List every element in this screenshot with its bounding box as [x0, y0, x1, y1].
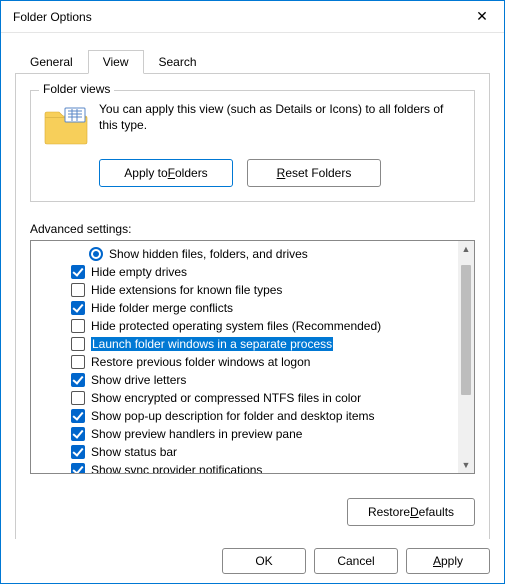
- list-item-label: Launch folder windows in a separate proc…: [91, 337, 333, 351]
- reset-folders-button[interactable]: Reset Folders: [247, 159, 381, 187]
- checkbox-icon[interactable]: [71, 355, 85, 369]
- checkbox-icon[interactable]: [71, 373, 85, 387]
- tab-search-label: Search: [159, 55, 197, 69]
- apply-button[interactable]: Apply: [406, 548, 490, 574]
- close-button[interactable]: ✕: [460, 1, 504, 32]
- list-item-label: Show hidden files, folders, and drives: [109, 247, 308, 261]
- dialog-button-bar: OK Cancel Apply: [1, 539, 504, 583]
- list-item[interactable]: Hide protected operating system files (R…: [31, 317, 458, 335]
- list-item[interactable]: Hide empty drives: [31, 263, 458, 281]
- tab-search[interactable]: Search: [144, 50, 212, 74]
- list-item-label: Show status bar: [91, 445, 177, 459]
- tab-general[interactable]: General: [15, 50, 88, 74]
- ok-button[interactable]: OK: [222, 548, 306, 574]
- list-item[interactable]: Show sync provider notifications: [31, 461, 458, 474]
- tab-view[interactable]: View: [88, 50, 144, 74]
- checkbox-icon[interactable]: [71, 445, 85, 459]
- list-item[interactable]: Restore previous folder windows at logon: [31, 353, 458, 371]
- tab-panel-view: Folder views You can apply this view (su…: [15, 74, 490, 552]
- window-title: Folder Options: [13, 10, 460, 24]
- list-item-label: Hide empty drives: [91, 265, 187, 279]
- checkbox-icon[interactable]: [71, 319, 85, 333]
- list-item-label: Hide folder merge conflicts: [91, 301, 233, 315]
- folder-views-group: Folder views You can apply this view (su…: [30, 90, 475, 202]
- scroll-thumb[interactable]: [461, 265, 471, 395]
- list-item-label: Hide extensions for known file types: [91, 283, 282, 297]
- checkbox-icon[interactable]: [71, 409, 85, 423]
- tab-strip: General View Search: [15, 49, 490, 74]
- checkbox-icon[interactable]: [71, 301, 85, 315]
- folder-views-desc: You can apply this view (such as Details…: [99, 101, 462, 149]
- cancel-button[interactable]: Cancel: [314, 548, 398, 574]
- scroll-down-icon[interactable]: ▼: [458, 457, 474, 473]
- list-item[interactable]: Show status bar: [31, 443, 458, 461]
- list-item[interactable]: Show encrypted or compressed NTFS files …: [31, 389, 458, 407]
- advanced-settings-list[interactable]: Show hidden files, folders, and drives Hi…: [30, 240, 475, 474]
- list-item-label: Show pop-up description for folder and d…: [91, 409, 375, 423]
- advanced-settings-label: Advanced settings:: [30, 222, 475, 236]
- list-item-label: Restore previous folder windows at logon: [91, 355, 310, 369]
- checkbox-icon[interactable]: [71, 283, 85, 297]
- list-item[interactable]: Show preview handlers in preview pane: [31, 425, 458, 443]
- list-item[interactable]: Show drive letters: [31, 371, 458, 389]
- apply-to-folders-button[interactable]: Apply to Folders: [99, 159, 233, 187]
- checkbox-icon[interactable]: [71, 265, 85, 279]
- restore-defaults-button[interactable]: Restore Defaults: [347, 498, 475, 526]
- list-item[interactable]: Hide folder merge conflicts: [31, 299, 458, 317]
- list-item[interactable]: Hide extensions for known file types: [31, 281, 458, 299]
- checkbox-icon[interactable]: [71, 463, 85, 474]
- checkbox-icon[interactable]: [71, 427, 85, 441]
- scrollbar[interactable]: ▲ ▼: [458, 241, 474, 473]
- list-item-label: Hide protected operating system files (R…: [91, 319, 381, 333]
- list-item-label: Show drive letters: [91, 373, 186, 387]
- list-item-label: Show sync provider notifications: [91, 463, 262, 474]
- titlebar: Folder Options ✕: [1, 1, 504, 33]
- list-item[interactable]: Show pop-up description for folder and d…: [31, 407, 458, 425]
- folder-views-legend: Folder views: [39, 82, 114, 96]
- folder-icon: [43, 103, 89, 149]
- list-item[interactable]: Launch folder windows in a separate proc…: [31, 335, 458, 353]
- tab-general-label: General: [30, 55, 73, 69]
- checkbox-icon[interactable]: [71, 337, 85, 351]
- list-item[interactable]: Show hidden files, folders, and drives: [31, 245, 458, 263]
- checkbox-icon[interactable]: [71, 391, 85, 405]
- tab-view-label: View: [103, 55, 129, 69]
- list-item-label: Show encrypted or compressed NTFS files …: [91, 391, 361, 405]
- scroll-up-icon[interactable]: ▲: [458, 241, 474, 257]
- close-icon: ✕: [476, 8, 488, 25]
- list-item-label: Show preview handlers in preview pane: [91, 427, 302, 441]
- radio-icon[interactable]: [89, 247, 103, 261]
